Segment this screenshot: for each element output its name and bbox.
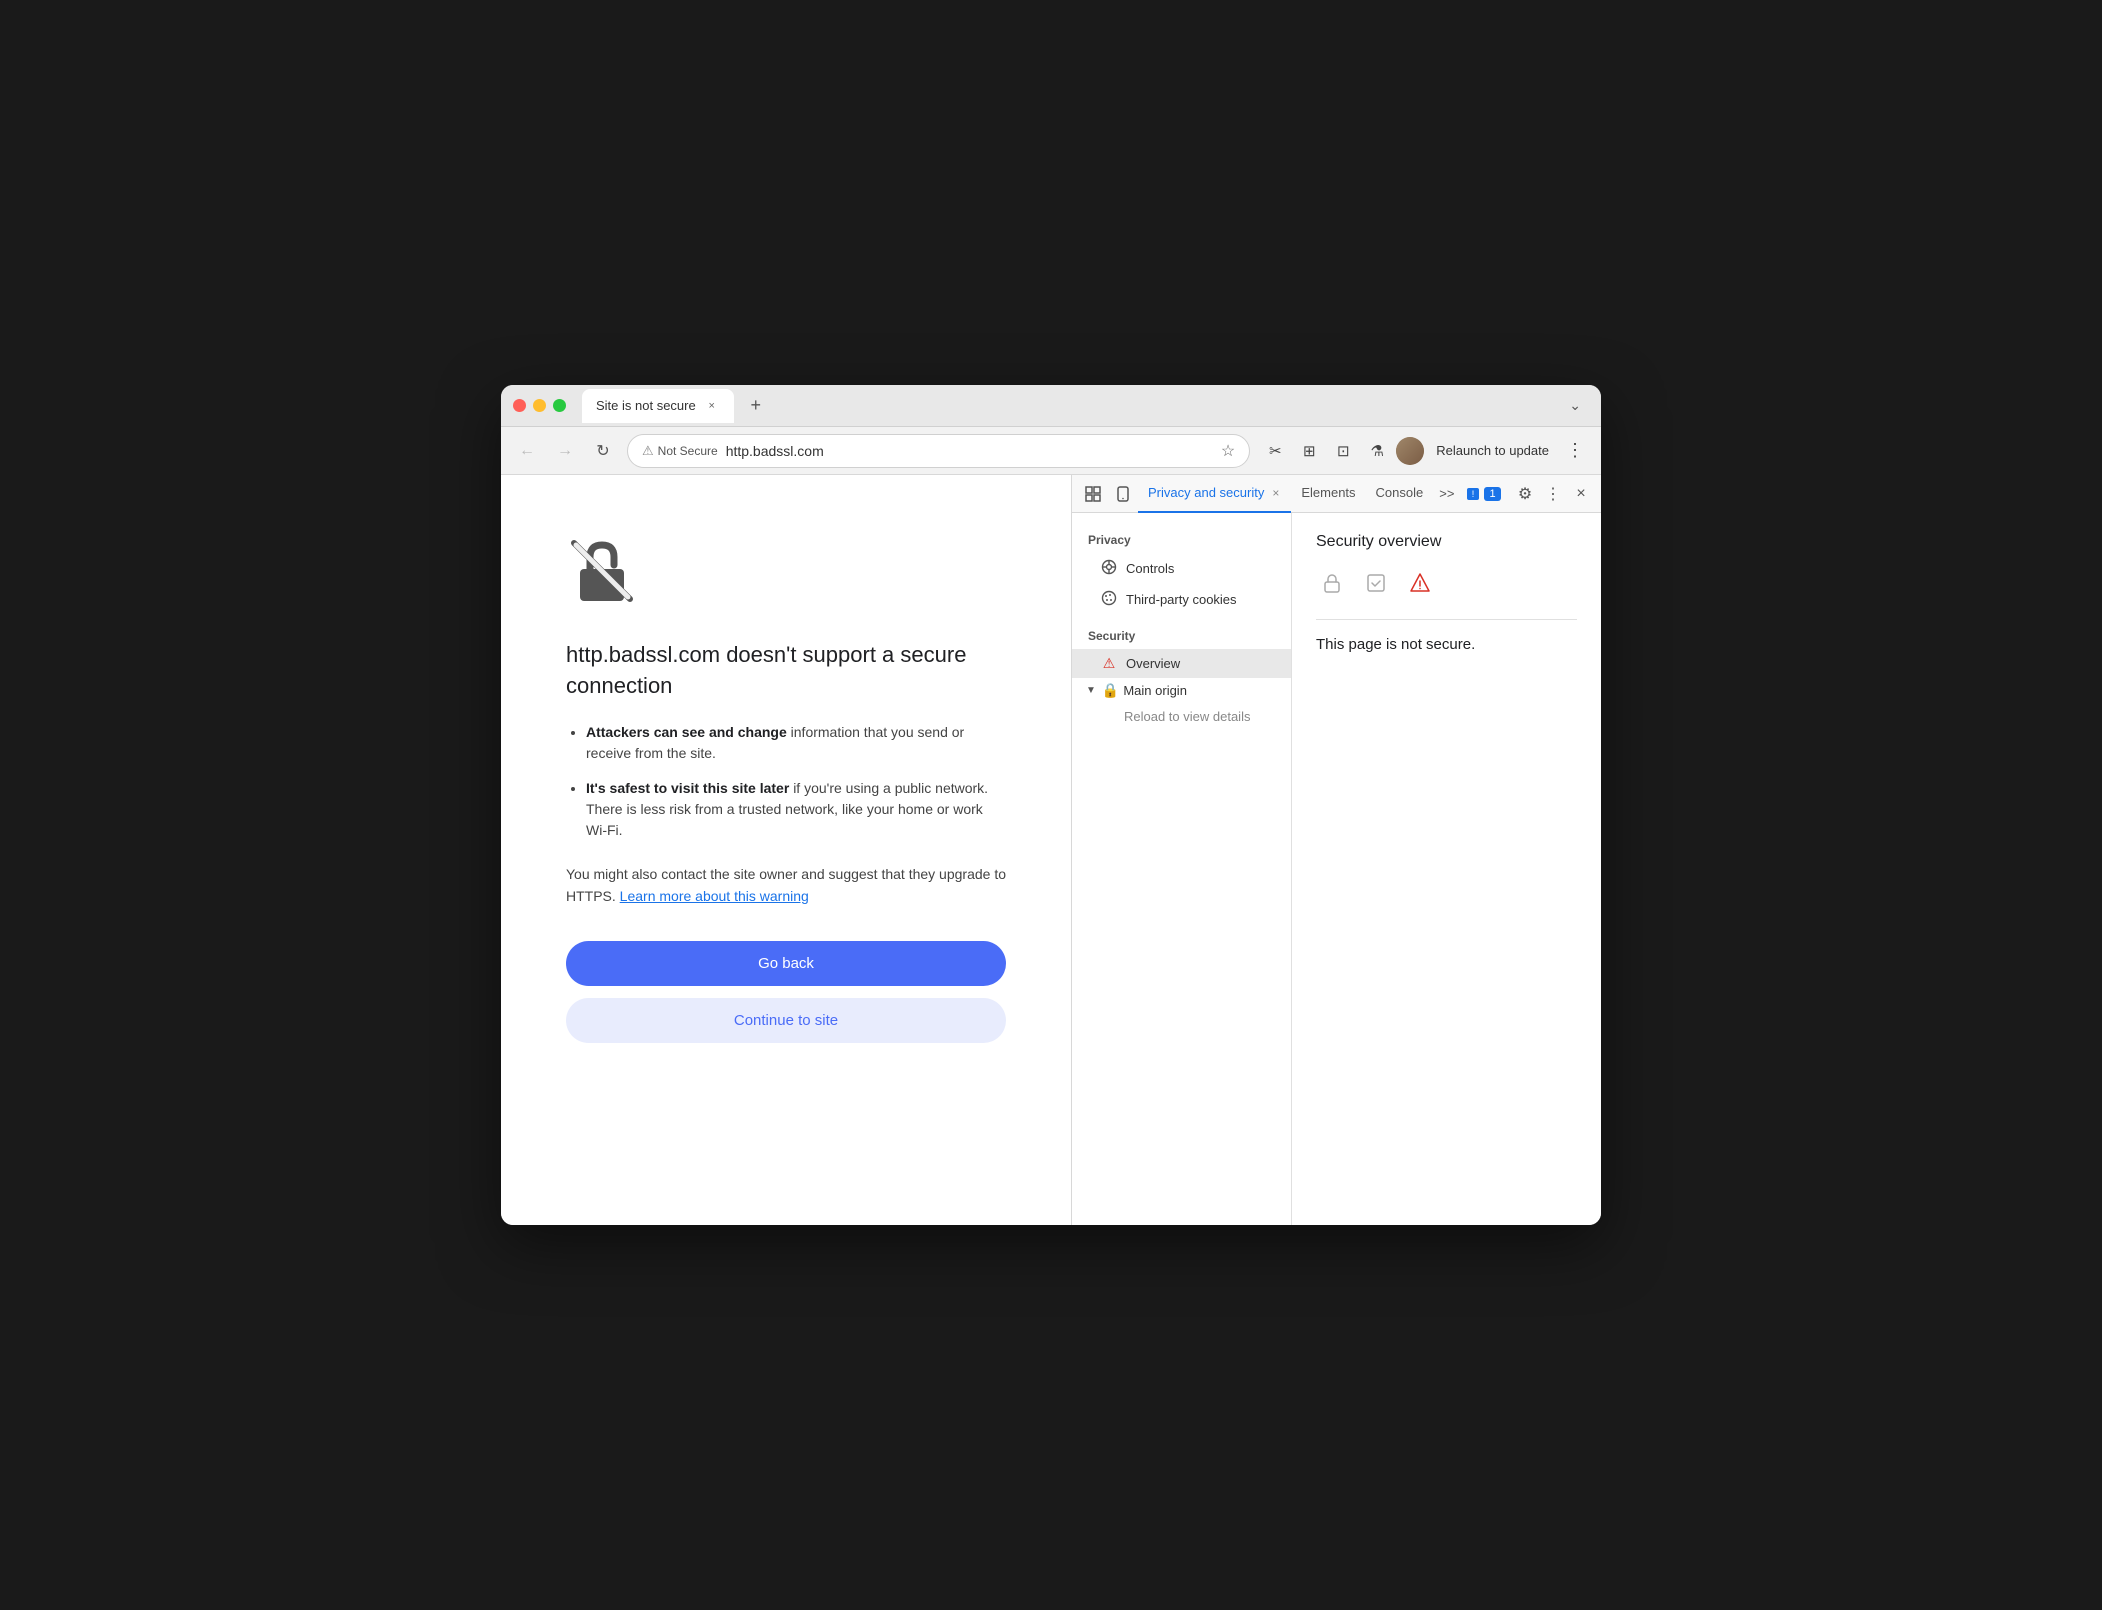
- security-divider: [1316, 619, 1577, 620]
- flask-icon-button[interactable]: ⚗: [1362, 436, 1392, 466]
- back-icon: ←: [519, 442, 535, 460]
- tab-elements[interactable]: Elements: [1291, 475, 1365, 513]
- not-secure-badge: ⚠ Not Secure: [642, 443, 718, 459]
- avatar-image: [1396, 437, 1424, 465]
- avatar[interactable]: [1396, 437, 1424, 465]
- devtools-dots-button[interactable]: ⋮: [1539, 480, 1567, 508]
- cast-icon: ⊡: [1337, 442, 1350, 460]
- bullet-item-2: It's safest to visit this site later if …: [586, 778, 1006, 841]
- minimize-window-button[interactable]: [533, 399, 546, 412]
- devtools-issues-button[interactable]: ! 1: [1460, 483, 1506, 505]
- close-window-button[interactable]: [513, 399, 526, 412]
- devtools-body: Privacy Controls: [1072, 513, 1601, 1225]
- overview-warning-icon: ⚠: [1100, 655, 1118, 672]
- tab-privacy-and-security[interactable]: Privacy and security ×: [1138, 475, 1291, 513]
- tab-close-button[interactable]: ×: [704, 398, 720, 414]
- page-paragraph: You might also contact the site owner an…: [566, 863, 1006, 908]
- bullet2-bold: It's safest to visit this site later: [586, 780, 789, 796]
- tab-elements-label: Elements: [1301, 485, 1355, 500]
- title-bar: Site is not secure × + ⌄: [501, 385, 1601, 427]
- browser-tab-active[interactable]: Site is not secure ×: [582, 389, 734, 423]
- cut-icon-button[interactable]: ✂: [1260, 436, 1290, 466]
- bullet-list: Attackers can see and change information…: [566, 722, 1006, 841]
- security-lock-icon[interactable]: [1316, 567, 1348, 599]
- cookies-icon: [1100, 590, 1118, 609]
- sidebar-item-overview[interactable]: ⚠ Overview: [1072, 649, 1291, 678]
- not-secure-label: Not Secure: [658, 444, 718, 458]
- issues-icon: !: [1466, 487, 1480, 501]
- back-button[interactable]: ←: [513, 437, 541, 465]
- devtools-sidebar: Privacy Controls: [1072, 513, 1292, 1225]
- sidebar-item-cookies[interactable]: Third-party cookies: [1072, 584, 1291, 615]
- tab-title: Site is not secure: [596, 398, 696, 413]
- traffic-lights: [513, 399, 566, 412]
- browser-window: Site is not secure × + ⌄ ← → ↻ ⚠ Not Sec…: [501, 385, 1601, 1225]
- broken-lock-icon: [566, 535, 638, 607]
- nav-bar: ← → ↻ ⚠ Not Secure http.badssl.com ☆ ✂ ⊞…: [501, 427, 1601, 475]
- flask-icon: ⚗: [1371, 442, 1384, 460]
- bookmark-icon[interactable]: ☆: [1221, 441, 1235, 461]
- privacy-section-label: Privacy: [1072, 529, 1291, 553]
- devtools-tab-bar: Privacy and security × Elements Console …: [1072, 475, 1601, 513]
- sidebar-item-reload: Reload to view details: [1072, 703, 1291, 730]
- security-overview-title: Security overview: [1316, 533, 1577, 551]
- refresh-icon: ↻: [596, 441, 609, 461]
- sidebar-item-controls[interactable]: Controls: [1072, 553, 1291, 584]
- tab-console-label: Console: [1376, 485, 1424, 500]
- cookies-label: Third-party cookies: [1126, 592, 1237, 607]
- svg-text:!: !: [1472, 489, 1475, 499]
- bullet-item-1: Attackers can see and change information…: [586, 722, 1006, 764]
- main-origin-label: Main origin: [1123, 683, 1187, 698]
- devtools-device-icon[interactable]: [1108, 479, 1138, 509]
- continue-button[interactable]: Continue to site: [566, 998, 1006, 1043]
- browser-more-button[interactable]: ⋮: [1561, 437, 1589, 465]
- controls-label: Controls: [1126, 561, 1174, 576]
- security-cert-icon[interactable]: [1360, 567, 1392, 599]
- relaunch-label: Relaunch to update: [1436, 443, 1549, 458]
- devtools-settings-button[interactable]: ⚙: [1511, 480, 1539, 508]
- tab-privacy-label: Privacy and security: [1148, 485, 1264, 500]
- maximize-window-button[interactable]: [553, 399, 566, 412]
- url-text: http.badssl.com: [726, 443, 1213, 459]
- print-icon-button[interactable]: ⊞: [1294, 436, 1324, 466]
- page-inner: http.badssl.com doesn't support a secure…: [566, 535, 1006, 1043]
- page-content: http.badssl.com doesn't support a secure…: [501, 475, 1071, 1225]
- security-icons-row: [1316, 567, 1577, 599]
- main-origin-lock-icon: 🔒: [1102, 682, 1119, 699]
- reload-label: Reload to view details: [1124, 709, 1250, 724]
- refresh-button[interactable]: ↻: [589, 437, 617, 465]
- forward-icon: →: [557, 442, 573, 460]
- devtools-close-button[interactable]: ×: [1567, 480, 1595, 508]
- bullet1-bold: Attackers can see and change: [586, 724, 787, 740]
- overview-label: Overview: [1126, 656, 1180, 671]
- devtools-inspect-icon[interactable]: [1078, 479, 1108, 509]
- cast-icon-button[interactable]: ⊡: [1328, 436, 1358, 466]
- relaunch-button[interactable]: Relaunch to update: [1428, 439, 1557, 462]
- collapse-arrow-icon: ▼: [1086, 685, 1096, 696]
- go-back-button[interactable]: Go back: [566, 941, 1006, 986]
- devtools-panel: Privacy and security × Elements Console …: [1071, 475, 1601, 1225]
- security-warning-active-icon[interactable]: [1404, 567, 1436, 599]
- security-section-label: Security: [1072, 625, 1291, 649]
- settings-icon: ⚙: [1518, 484, 1532, 504]
- warning-icon: ⚠: [642, 443, 654, 459]
- devtools-main-area: Security overview: [1292, 513, 1601, 1225]
- controls-icon: [1100, 559, 1118, 578]
- main-origin-row: ▼ 🔒 Main origin: [1072, 678, 1291, 703]
- cut-icon: ✂: [1269, 442, 1282, 460]
- nav-icon-group: ✂ ⊞ ⊡ ⚗ Relaunch to update ⋮: [1260, 436, 1589, 466]
- security-status-text: This page is not secure.: [1316, 636, 1577, 653]
- content-area: http.badssl.com doesn't support a secure…: [501, 475, 1601, 1225]
- page-heading: http.badssl.com doesn't support a secure…: [566, 640, 1006, 702]
- tab-privacy-close[interactable]: ×: [1270, 484, 1281, 502]
- new-tab-button[interactable]: +: [742, 392, 770, 420]
- tab-chevron-button[interactable]: ⌄: [1561, 393, 1589, 418]
- issues-count: 1: [1484, 487, 1500, 501]
- learn-more-link[interactable]: Learn more about this warning: [620, 888, 809, 904]
- address-bar[interactable]: ⚠ Not Secure http.badssl.com ☆: [627, 434, 1250, 468]
- forward-button[interactable]: →: [551, 437, 579, 465]
- devtools-more-tabs-button[interactable]: >>: [1433, 482, 1460, 505]
- tab-console[interactable]: Console: [1366, 475, 1434, 513]
- print-icon: ⊞: [1303, 442, 1316, 460]
